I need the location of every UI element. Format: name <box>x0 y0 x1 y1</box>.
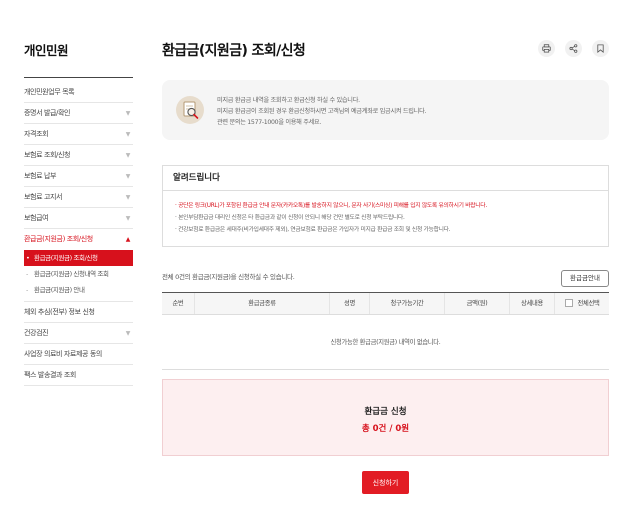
sidebar-item-label: 보험료 고지서 <box>24 193 63 201</box>
column-header: 환급금종류 <box>194 293 329 314</box>
sidebar-subitem-refund-history[interactable]: 환급금(지원금) 신청내역 조회 <box>24 266 133 282</box>
sidebar-menu: 개인민원업무 목록 증명서 발급/확인 ▼ 자격조회 ▼ 보험료 조회/신청 ▼… <box>24 82 133 386</box>
sidebar-item-label: 팩스 발송결과 조회 <box>24 371 76 379</box>
sidebar-item-label: 보험료 조회/신청 <box>24 151 71 159</box>
chevron-down-icon: ▼ <box>125 152 131 159</box>
chevron-down-icon: ▼ <box>125 194 131 201</box>
sidebar-item-collection[interactable]: 체외 추심(전부) 정보 신청 <box>24 302 133 323</box>
refund-summary: 환급금 신청 총 0건 / 0원 <box>162 379 609 456</box>
sidebar-item-checkup[interactable]: 건강검진 ▼ <box>24 323 133 344</box>
sidebar-submenu: 환급금(지원금) 조회/신청 환급금(지원금) 신청내역 조회 환급금(지원금)… <box>24 250 133 302</box>
sidebar-item-eligibility[interactable]: 자격조회 ▼ <box>24 124 133 145</box>
notice-item: · 본인부담환급금 대리인 신청은 타 환급금과 같이 신청이 안되니 해당 건… <box>175 215 405 221</box>
table-header: 순번 환급금종류 성명 청구가능기간 금액(원) 상세내용 전체선택 <box>162 293 609 315</box>
chevron-up-icon: ▲ <box>125 236 131 243</box>
share-button[interactable] <box>565 40 582 57</box>
search-document-icon <box>176 96 204 124</box>
notice-heading: 알려드립니다 <box>163 166 608 191</box>
sidebar-item-label: 보험급여 <box>24 214 49 222</box>
sidebar-item-label: 증명서 발급/확인 <box>24 109 71 117</box>
chevron-down-icon: ▼ <box>125 173 131 180</box>
column-header: 순번 <box>172 300 184 307</box>
info-line: 관련 문의는 1577-1000을 이용해 주세요. <box>217 119 322 126</box>
page-tools <box>538 40 609 57</box>
info-line: 미지급 환급금 내역을 조회하고 환급신청 하실 수 있습니다. <box>217 97 360 104</box>
page: 개인민원 개인민원업무 목록 증명서 발급/확인 ▼ 자격조회 ▼ 보험료 조회… <box>0 0 640 508</box>
sidebar-item-benefits[interactable]: 보험급여 ▼ <box>24 208 133 229</box>
sidebar-item-label: 자격조회 <box>24 130 49 138</box>
sidebar-subitem-refund-guide[interactable]: 환급금(지원금) 안내 <box>24 282 133 298</box>
print-button[interactable] <box>538 40 555 57</box>
sidebar-item-label: 사업장 의료비 자료제공 동의 <box>24 350 102 358</box>
chevron-down-icon: ▼ <box>125 131 131 138</box>
info-line: 미지급 환급금이 조회된 경우 환급신청하시면 고객님의 예금계좌로 입금시켜 … <box>217 108 427 115</box>
apply-button[interactable]: 신청하기 <box>362 471 409 494</box>
sidebar-item-refund[interactable]: 환급금(지원금) 조회/신청 ▲ <box>24 229 133 250</box>
sidebar-item-premium-notice[interactable]: 보험료 고지서 ▼ <box>24 187 133 208</box>
share-icon <box>569 44 578 53</box>
print-icon <box>542 44 551 53</box>
sidebar-item-label: 체외 추심(전부) 정보 신청 <box>24 308 95 316</box>
sidebar-item-label: 건강검진 <box>24 329 49 337</box>
sidebar-divider <box>24 77 133 78</box>
sidebar-item-label: 환급금(지원금) 조회/신청 <box>24 235 93 243</box>
info-box: 미지급 환급금 내역을 조회하고 환급신청 하실 수 있습니다. 미지급 환급금… <box>162 80 609 140</box>
select-all-checkbox[interactable] <box>564 299 573 307</box>
chevron-down-icon: ▼ <box>125 330 131 337</box>
notice-item: · 건강보험료 환급금은 세대주(비가입세대주 제외), 연금보험료 환급금은 … <box>175 227 451 233</box>
summary-total: 총 0건 / 0원 <box>361 424 410 434</box>
page-title: 환급금(지원금) 조회/신청 <box>162 43 306 59</box>
sidebar-item-service-list[interactable]: 개인민원업무 목록 <box>24 82 133 103</box>
sidebar-item-medical-consent[interactable]: 사업장 의료비 자료제공 동의 <box>24 344 133 365</box>
info-text: 미지급 환급금 내역을 조회하고 환급신청 하실 수 있습니다. 미지급 환급금… <box>217 95 426 128</box>
notice-list: · 공단은 링크(URL)가 포함된 환급금 안내 문자(카카오톡)를 발송하지… <box>163 191 608 236</box>
refund-count-text: 전체 0건의 환급금(지원금)을 신청하실 수 있습니다. <box>162 273 295 281</box>
sidebar-item-premium-inquiry[interactable]: 보험료 조회/신청 ▼ <box>24 145 133 166</box>
chevron-down-icon: ▼ <box>125 110 131 117</box>
refund-guide-button[interactable]: 환급금안내 <box>561 270 609 287</box>
sidebar-item-certificates[interactable]: 증명서 발급/확인 ▼ <box>24 103 133 124</box>
sidebar-item-fax-result[interactable]: 팩스 발송결과 조회 <box>24 365 133 386</box>
column-header: 상세내용 <box>509 293 554 314</box>
bookmark-icon <box>597 44 604 53</box>
notice-item: · 공단은 링크(URL)가 포함된 환급금 안내 문자(카카오톡)를 발송하지… <box>175 203 487 209</box>
summary-label: 환급금 신청 <box>364 407 407 417</box>
notice-box: 알려드립니다 · 공단은 링크(URL)가 포함된 환급금 안내 문자(카카오톡… <box>162 165 609 247</box>
sidebar-subitem-refund-inquiry[interactable]: 환급금(지원금) 조회/신청 <box>24 250 133 266</box>
refund-table: 순번 환급금종류 성명 청구가능기간 금액(원) 상세내용 전체선택 신청가능한… <box>162 292 609 370</box>
select-all-header: 전체선택 <box>554 293 609 314</box>
chevron-down-icon: ▼ <box>125 215 131 222</box>
bookmark-button[interactable] <box>592 40 609 57</box>
sidebar-item-premium-payment[interactable]: 보험료 납부 ▼ <box>24 166 133 187</box>
sidebar-title: 개인민원 <box>24 43 69 58</box>
column-header: 금액(원) <box>444 293 509 314</box>
column-header: 청구가능기간 <box>369 293 444 314</box>
sidebar-item-label: 개인민원업무 목록 <box>24 88 75 96</box>
empty-message: 신청가능한 환급금(지원금) 내역이 없습니다. <box>162 315 609 370</box>
sidebar-item-label: 보험료 납부 <box>24 172 57 180</box>
select-all-label: 전체선택 <box>577 300 600 307</box>
column-header: 성명 <box>329 293 369 314</box>
